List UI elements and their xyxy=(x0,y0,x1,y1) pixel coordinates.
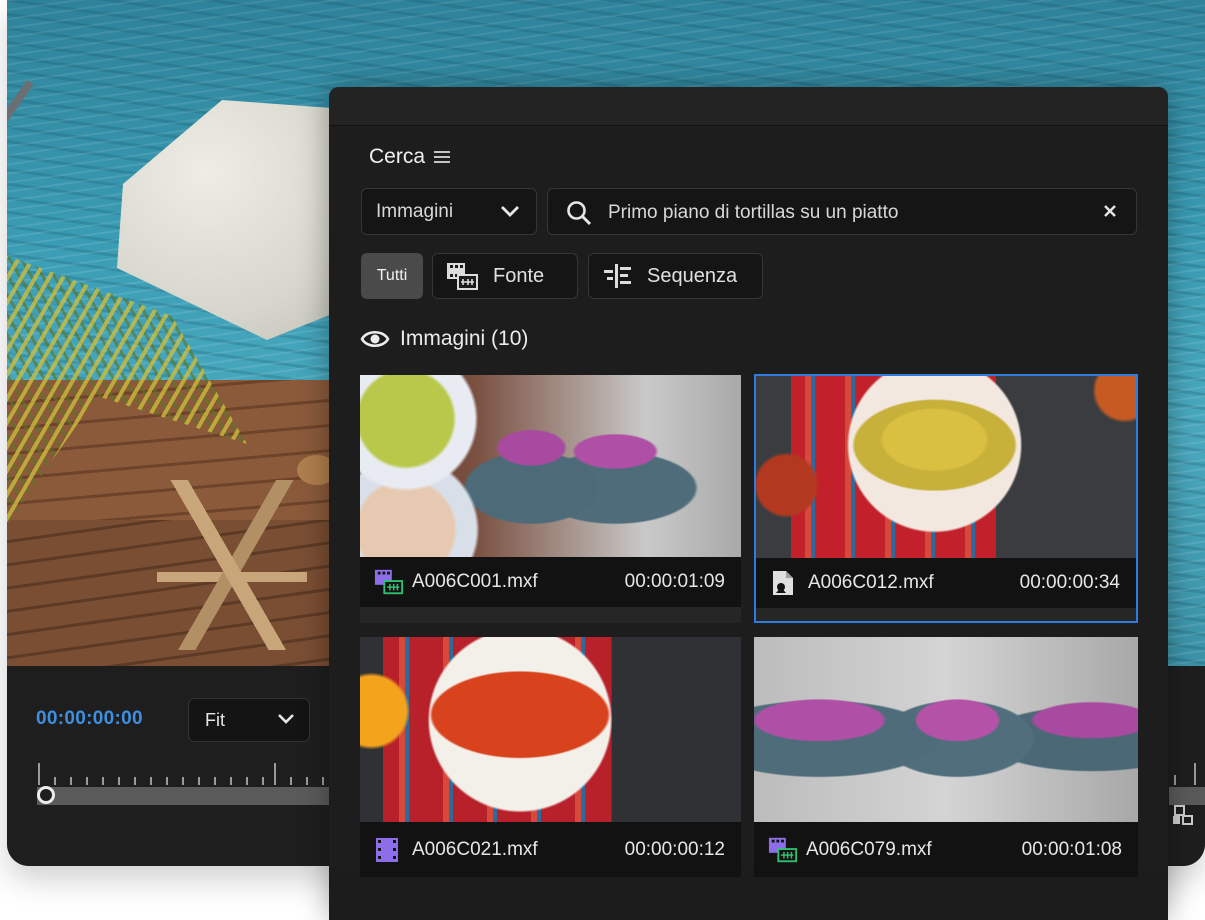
chevron-down-icon xyxy=(501,206,519,217)
search-box[interactable] xyxy=(547,188,1137,236)
sequence-icon xyxy=(604,264,631,288)
file-name: A006C012.mxf xyxy=(808,572,934,593)
file-duration: 00:00:00:34 xyxy=(1019,572,1120,593)
panel-title: Cerca xyxy=(369,145,451,169)
media-type-label: Immagini xyxy=(376,200,454,222)
video-only-icon xyxy=(374,836,404,864)
filter-all-button[interactable]: Tutti xyxy=(361,253,423,299)
filter-source-button[interactable]: Fonte xyxy=(432,253,578,299)
panel-title-label: Cerca xyxy=(369,145,426,168)
file-duration: 00:00:01:08 xyxy=(1021,838,1122,860)
file-duration: 00:00:00:12 xyxy=(624,838,725,860)
thumbnail-tacos xyxy=(360,375,741,557)
result-tile[interactable]: A006C021.mxf 00:00:00:12 xyxy=(360,637,741,877)
time-ruler-right xyxy=(1174,763,1196,785)
file-name: A006C079.mxf xyxy=(806,838,932,860)
tile-meta: A006C079.mxf 00:00:01:08 xyxy=(754,822,1138,877)
filter-sequence-label: Sequenza xyxy=(647,264,738,287)
zoom-level-label: Fit xyxy=(205,709,225,730)
thumbnail-tacos xyxy=(754,637,1138,822)
result-tile-selected[interactable]: A006C012.mxf 00:00:00:34 xyxy=(754,374,1138,623)
result-tile[interactable]: A006C001.mxf 00:00:01:09 xyxy=(360,375,741,623)
thumbnail-chilaquiles xyxy=(360,637,741,822)
close-icon[interactable] xyxy=(1102,203,1118,219)
file-name: A006C001.mxf xyxy=(412,571,538,592)
tile-meta: A006C001.mxf 00:00:01:09 xyxy=(360,557,741,607)
results-header: Immagini (10) xyxy=(360,327,528,351)
tile-meta: A006C012.mxf 00:00:00:34 xyxy=(756,558,1136,608)
playhead-handle[interactable] xyxy=(37,786,55,804)
result-tile[interactable]: A006C079.mxf 00:00:01:08 xyxy=(754,637,1138,877)
results-count-label: Immagini (10) xyxy=(400,327,529,350)
filter-sequence-button[interactable]: Sequenza xyxy=(588,253,763,299)
zoom-level-select[interactable]: Fit xyxy=(188,698,310,742)
media-type-select[interactable]: Immagini xyxy=(361,188,537,235)
clip-video-audio-icon xyxy=(768,836,798,864)
scrub-bar[interactable] xyxy=(37,787,337,805)
chevron-down-icon xyxy=(278,714,294,724)
search-icon xyxy=(567,201,592,226)
panel-titlebar xyxy=(329,87,1168,126)
scene-chair xyxy=(157,480,307,650)
playhead-timecode[interactable]: 00:00:00:00 xyxy=(36,708,143,730)
tile-meta: A006C021.mxf 00:00:00:12 xyxy=(360,822,741,877)
thumbnail-enchiladas xyxy=(756,376,1136,558)
eye-icon[interactable] xyxy=(360,328,390,350)
filter-all-label: Tutti xyxy=(376,267,408,284)
clip-video-audio-icon xyxy=(374,568,404,596)
source-clip-icon xyxy=(447,263,478,290)
time-ruler xyxy=(38,763,324,785)
export-frame-icon[interactable] xyxy=(1171,803,1195,827)
hamburger-menu-icon[interactable] xyxy=(433,149,451,165)
file-duration: 00:00:01:09 xyxy=(624,571,725,592)
search-panel: Cerca Immagini Tutti Fonte xyxy=(329,87,1168,920)
filter-source-label: Fonte xyxy=(493,264,545,287)
file-name: A006C021.mxf xyxy=(412,838,538,860)
image-file-icon xyxy=(770,569,800,597)
search-input[interactable] xyxy=(606,189,1080,236)
